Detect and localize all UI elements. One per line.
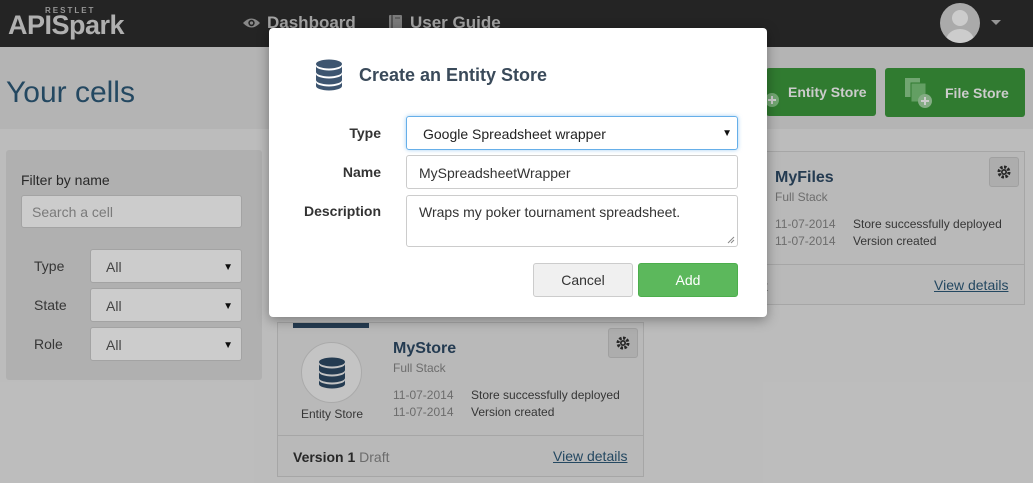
name-label: Name [342, 164, 381, 180]
dialog-title: Create an Entity Store [359, 65, 548, 85]
description-field[interactable]: Wraps my poker tournament spreadsheet. [406, 195, 738, 247]
create-entity-store-dialog: Create an Entity Store Type Google Sprea… [269, 28, 767, 317]
add-button[interactable]: Add [638, 263, 738, 297]
description-label: Description [303, 203, 381, 219]
type-select-value: Google Spreadsheet wrapper [423, 126, 606, 142]
resize-grip-icon[interactable] [727, 236, 735, 244]
description-text: Wraps my poker tournament spreadsheet. [419, 204, 681, 220]
type-label: Type [349, 125, 381, 141]
name-field[interactable]: MySpreadsheetWrapper [406, 155, 738, 189]
cancel-button[interactable]: Cancel [533, 263, 633, 297]
type-select[interactable]: Google Spreadsheet wrapper ▼ [406, 116, 738, 150]
database-icon [316, 59, 342, 91]
chevron-down-icon: ▼ [722, 128, 732, 139]
